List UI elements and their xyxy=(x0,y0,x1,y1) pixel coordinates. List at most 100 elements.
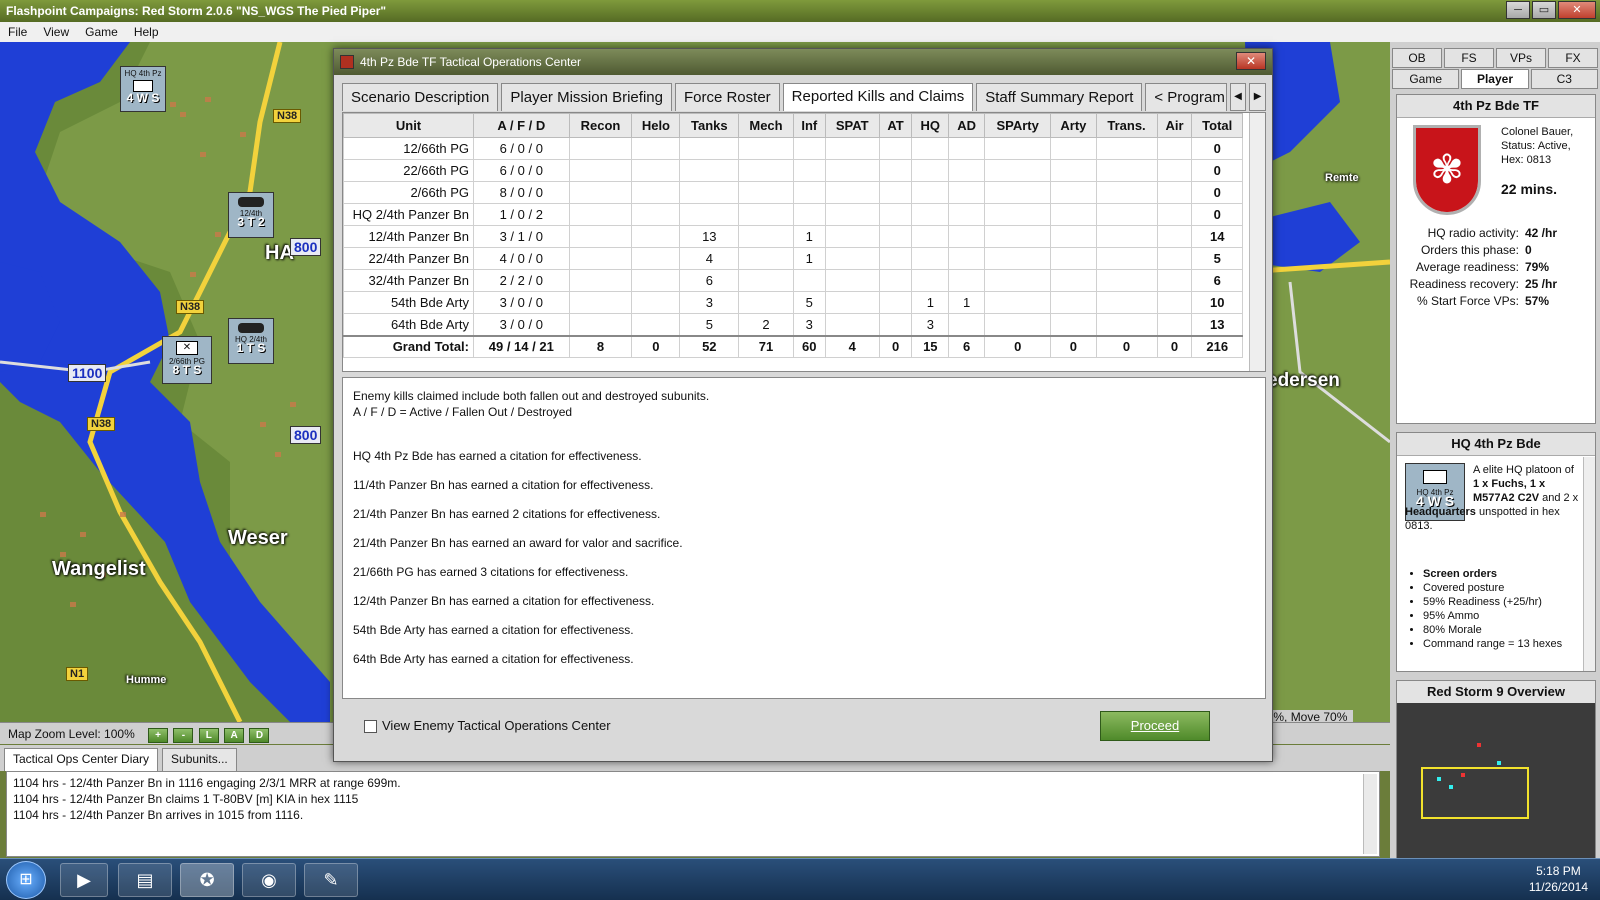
table-row[interactable]: 54th Bde Arty 3 / 0 / 0 3 5 1 1 10 xyxy=(343,291,1243,314)
zoom-out-button[interactable]: - xyxy=(173,728,194,743)
tab-scenario-description[interactable]: Scenario Description xyxy=(342,83,499,111)
table-scrollbar[interactable] xyxy=(1249,113,1265,371)
unit-counter-2-66th-pg[interactable]: ✕ 2/66th PG 8 T S xyxy=(162,336,212,384)
column-header[interactable]: A / F / D xyxy=(473,113,570,138)
tab-subunits[interactable]: Subunits... xyxy=(162,748,237,771)
tab-c3[interactable]: C3 xyxy=(1530,69,1598,89)
system-clock[interactable]: 5:18 PM 11/26/2014 xyxy=(1529,863,1588,895)
tab-player-mission-briefing[interactable]: Player Mission Briefing xyxy=(501,83,672,111)
tab-force-roster[interactable]: Force Roster xyxy=(674,83,780,111)
hq-order-item: 95% Ammo xyxy=(1423,609,1583,623)
table-row[interactable]: 32/4th Panzer Bn 2 / 2 / 0 6 6 xyxy=(343,269,1243,292)
column-header[interactable]: Helo xyxy=(631,113,681,138)
tab-reported-kills[interactable]: Reported Kills and Claims xyxy=(782,83,974,111)
proceed-button[interactable]: Proceed xyxy=(1100,711,1210,741)
table-cell xyxy=(1050,269,1097,292)
table-cell xyxy=(878,203,913,226)
column-header[interactable]: AT xyxy=(878,113,913,138)
table-cell xyxy=(824,137,880,160)
tab-vps[interactable]: VPs xyxy=(1496,48,1546,68)
tab-game[interactable]: Game xyxy=(1392,69,1460,89)
tab-ops-diary[interactable]: Tactical Ops Center Diary xyxy=(4,748,159,771)
table-row[interactable]: 22/4th Panzer Bn 4 / 0 / 0 4 1 5 xyxy=(343,247,1243,270)
column-header[interactable]: SPAT xyxy=(824,113,880,138)
column-header[interactable]: Unit xyxy=(343,113,474,138)
zoom-in-button[interactable]: + xyxy=(148,728,169,743)
bridge-tag-1100: 1100 xyxy=(68,364,107,382)
diary-entry: 1104 hrs - 12/4th Panzer Bn claims 1 T-8… xyxy=(13,792,359,806)
unit-marker xyxy=(1497,761,1501,765)
table-cell xyxy=(911,269,950,292)
viewport-indicator[interactable] xyxy=(1421,767,1529,819)
column-header[interactable]: AD xyxy=(948,113,986,138)
overview-minimap[interactable] xyxy=(1397,703,1595,869)
zoom-l-button[interactable]: L xyxy=(198,728,219,743)
close-window-button[interactable]: ✕ xyxy=(1558,1,1596,19)
column-header[interactable]: SPArty xyxy=(984,113,1052,138)
tab-program-updates[interactable]: < Program Up xyxy=(1145,83,1227,111)
column-header[interactable]: Air xyxy=(1156,113,1193,138)
table-cell xyxy=(1050,159,1097,182)
citation-note: 11/4th Panzer Bn has earned a citation f… xyxy=(353,478,654,492)
unit-counter-12-4th[interactable]: 12/4th 3 T 2 xyxy=(228,192,274,238)
maximize-button[interactable]: ▭ xyxy=(1532,1,1556,19)
unit-counter-hq-2-4th[interactable]: HQ 2/4th 1 T S xyxy=(228,318,274,364)
tab-player[interactable]: Player xyxy=(1461,69,1529,89)
tab-fs[interactable]: FS xyxy=(1444,48,1494,68)
paint-app-icon[interactable]: ✎ xyxy=(304,863,358,897)
windows-start-icon[interactable]: ⊞ xyxy=(6,861,46,899)
view-enemy-checkbox[interactable] xyxy=(364,720,377,733)
menu-file[interactable]: File xyxy=(8,22,27,42)
overview-panel[interactable]: Red Storm 9 Overview xyxy=(1396,680,1596,870)
grand-total-cell: 49 / 14 / 21 xyxy=(473,334,570,358)
table-cell xyxy=(1156,225,1193,248)
column-header[interactable]: Tanks xyxy=(679,113,740,138)
side-tabs-row-1: OB FS VPs FX xyxy=(1392,48,1598,68)
tab-staff-summary[interactable]: Staff Summary Report xyxy=(976,83,1143,111)
stat-row: % Start Force VPs: 57% xyxy=(1397,293,1597,310)
column-header[interactable]: Arty xyxy=(1050,113,1097,138)
file-explorer-icon[interactable]: ▤ xyxy=(118,863,172,897)
table-row[interactable]: 12/4th Panzer Bn 3 / 1 / 0 13 1 14 xyxy=(343,225,1243,248)
ops-diary-log[interactable]: 1104 hrs - 12/4th Panzer Bn in 1116 enga… xyxy=(6,771,1380,857)
game-app-icon[interactable]: ✪ xyxy=(180,863,234,897)
tabs-scroll-left-icon[interactable]: ◀ xyxy=(1229,83,1247,111)
table-cell xyxy=(738,203,794,226)
hq-scrollbar[interactable] xyxy=(1583,457,1595,671)
tab-fx[interactable]: FX xyxy=(1548,48,1598,68)
column-header[interactable]: Trans. xyxy=(1095,113,1158,138)
dialog-close-button[interactable]: ✕ xyxy=(1236,52,1266,70)
table-cell: 1 xyxy=(792,225,826,248)
menu-help[interactable]: Help xyxy=(134,22,159,42)
table-cell xyxy=(792,269,826,292)
media-player-icon[interactable]: ▶ xyxy=(60,863,108,897)
column-header[interactable]: Total xyxy=(1191,113,1243,138)
column-header[interactable]: HQ xyxy=(911,113,950,138)
tab-ob[interactable]: OB xyxy=(1392,48,1442,68)
table-cell xyxy=(631,313,681,336)
column-header[interactable]: Recon xyxy=(568,113,633,138)
column-header[interactable]: Mech xyxy=(738,113,794,138)
unit-counter-hq-4th-pz[interactable]: HQ 4th Pz 4 W S xyxy=(120,66,166,112)
diary-scrollbar[interactable] xyxy=(1363,774,1377,854)
minimize-button[interactable]: ─ xyxy=(1506,1,1530,19)
grand-total-cell: 0 xyxy=(1095,334,1158,358)
menu-game[interactable]: Game xyxy=(85,22,118,42)
tabs-scroll-right-icon[interactable]: ▶ xyxy=(1249,83,1266,111)
table-row[interactable]: 22/66th PG 6 / 0 / 0 0 xyxy=(343,159,1243,182)
column-header[interactable]: Inf xyxy=(792,113,826,138)
zoom-a-button[interactable]: A xyxy=(224,728,245,743)
stat-row: Orders this phase: 0 xyxy=(1397,242,1597,259)
table-row[interactable]: 2/66th PG 8 / 0 / 0 0 xyxy=(343,181,1243,204)
table-cell: 4 / 0 / 0 xyxy=(473,247,570,270)
zoom-d-button[interactable]: D xyxy=(249,728,270,743)
table-cell: 3 / 0 / 0 xyxy=(473,291,570,314)
table-cell xyxy=(568,203,633,226)
chrome-browser-icon[interactable]: ◉ xyxy=(242,863,296,897)
table-cell xyxy=(738,247,794,270)
menu-view[interactable]: View xyxy=(43,22,69,42)
table-row[interactable]: 64th Bde Arty 3 / 0 / 0 5 2 3 3 13 xyxy=(343,313,1243,336)
table-cell xyxy=(1095,159,1158,182)
table-row[interactable]: 12/66th PG 6 / 0 / 0 0 xyxy=(343,137,1243,160)
table-row[interactable]: HQ 2/4th Panzer Bn 1 / 0 / 2 0 xyxy=(343,203,1243,226)
